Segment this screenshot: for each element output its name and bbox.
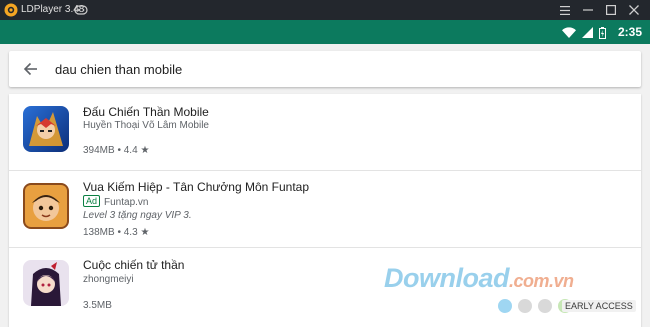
- ad-badge: Ad: [83, 195, 101, 207]
- app-icon-cuoc-chien-tu-than[interactable]: [23, 260, 69, 306]
- list-item[interactable]: Vua Kiếm Hiệp - Tân Chưởng Môn Funtap Ad…: [9, 171, 641, 248]
- minimize-icon: [583, 9, 593, 11]
- app-rating: 4.3: [123, 227, 138, 238]
- signal-icon: [582, 27, 593, 38]
- menu-button[interactable]: [557, 2, 573, 18]
- app-size: 394MB: [83, 145, 115, 156]
- app-title[interactable]: Cuộc chiến tử thần: [83, 258, 184, 272]
- watermark-dot: [538, 299, 552, 313]
- watermark-dots: [498, 299, 572, 313]
- watermark-main: Download: [384, 263, 510, 293]
- menu-icon: [560, 5, 570, 15]
- app-promo-text: Level 3 tặng ngay VIP 3.: [83, 210, 192, 221]
- search-input[interactable]: dau chien than mobile: [55, 62, 182, 77]
- app-rating: 4.4: [123, 145, 138, 156]
- battery-icon: [599, 26, 606, 39]
- app-size: 3.5MB: [83, 300, 112, 311]
- early-access-badge: EARLY ACCESS: [562, 300, 636, 312]
- minimize-button[interactable]: [580, 2, 596, 18]
- gamepad-icon[interactable]: [74, 4, 88, 16]
- app-meta: 394MB • 4.4 ★: [83, 145, 150, 156]
- wifi-icon: [562, 27, 576, 38]
- app-developer: Funtap.vn: [104, 197, 149, 208]
- app-title[interactable]: Vua Kiếm Hiệp - Tân Chưởng Môn Funtap: [83, 180, 309, 194]
- back-arrow-icon[interactable]: [23, 61, 39, 77]
- star-icon: ★: [140, 227, 150, 238]
- app-size: 138MB: [83, 227, 115, 238]
- star-icon: ★: [140, 145, 150, 156]
- restore-icon: [606, 5, 616, 15]
- window-titlebar: LDPlayer 3.48: [0, 0, 650, 20]
- download-watermark: Download.com.vn: [384, 263, 574, 294]
- status-time: 2:35: [617, 25, 642, 39]
- app-developer: zhongmeiyi: [83, 274, 134, 285]
- app-meta: 3.5MB: [83, 300, 112, 311]
- watermark-dot: [518, 299, 532, 313]
- app-meta: 138MB • 4.3 ★: [83, 227, 150, 238]
- app-icon-dau-chien-than[interactable]: [23, 106, 69, 152]
- app-icon-vua-kiem-hiep[interactable]: [23, 183, 69, 229]
- watermark-dot: [498, 299, 512, 313]
- app-title[interactable]: Đấu Chiến Thần Mobile: [83, 105, 209, 119]
- search-bar[interactable]: dau chien than mobile: [9, 51, 641, 87]
- app-developer-line: Ad Funtap.vn: [83, 195, 149, 208]
- app-developer: Huyền Thoại Võ Lâm Mobile: [83, 120, 209, 131]
- restore-button[interactable]: [603, 2, 619, 18]
- list-item[interactable]: Đấu Chiến Thần Mobile Huyền Thoại Võ Lâm…: [9, 94, 641, 171]
- watermark-suffix: .com.vn: [509, 271, 574, 291]
- close-icon: [629, 5, 639, 15]
- android-status-bar: 2:35: [0, 20, 650, 44]
- ldplayer-logo-icon: [4, 3, 18, 17]
- close-button[interactable]: [626, 2, 642, 18]
